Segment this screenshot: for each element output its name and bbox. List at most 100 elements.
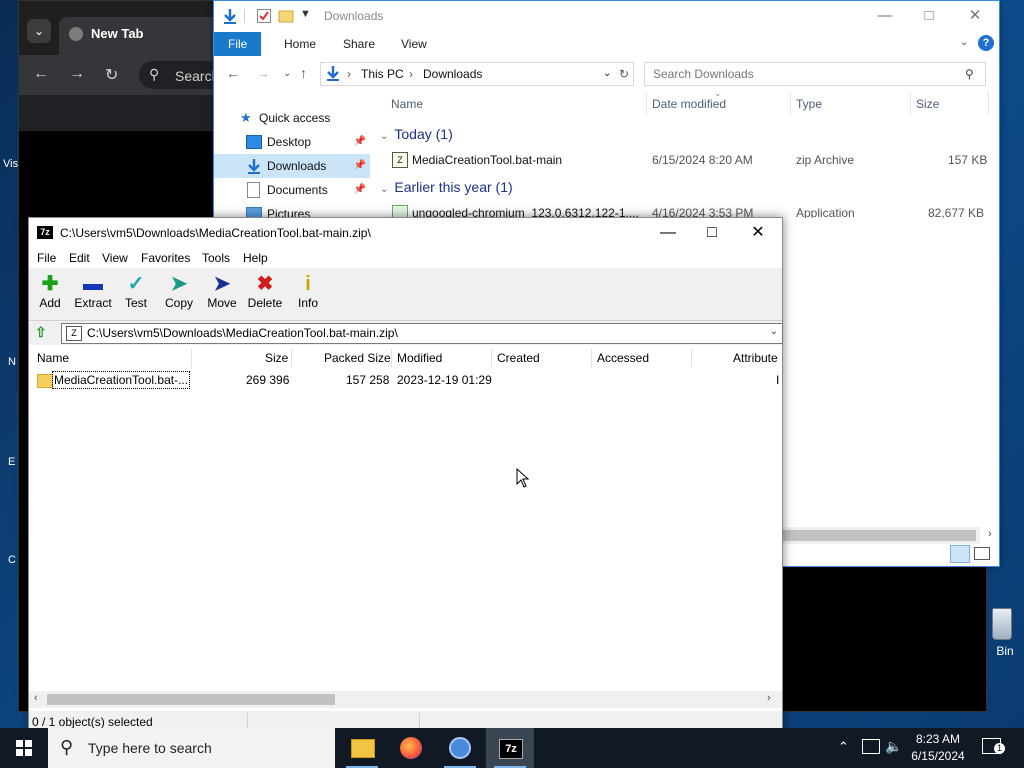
path-dropdown-icon[interactable]: ⌄ <box>770 326 778 337</box>
column-divider[interactable] <box>291 349 292 367</box>
group-header-earlier-this-year[interactable]: ⌄ Earlier this year (1) <box>380 179 513 195</box>
column-name[interactable]: Name <box>391 97 423 111</box>
tab-search-dropdown-icon[interactable]: ⌄ <box>27 19 51 43</box>
scroll-right-icon[interactable]: › <box>767 692 771 704</box>
breadcrumb-downloads[interactable]: Downloads <box>423 67 482 81</box>
show-hidden-icons-chevron-icon[interactable]: ⌃ <box>838 739 849 755</box>
menu-help[interactable]: Help <box>243 251 268 265</box>
nav-item-desktop[interactable]: Desktop 📌 <box>214 130 370 154</box>
taskbar-chromium[interactable] <box>436 728 484 768</box>
menu-edit[interactable]: Edit <box>69 251 90 265</box>
column-divider[interactable] <box>391 349 392 367</box>
explorer-search-box[interactable]: Search Downloads ⚲ <box>644 62 986 86</box>
column-packed-size[interactable]: Packed Size <box>324 351 391 365</box>
ribbon-tab-file[interactable]: File <box>214 32 262 56</box>
nav-item-quick-access[interactable]: ★ Quick access <box>214 106 370 130</box>
scrollbar-thumb[interactable] <box>47 694 335 705</box>
qat-dropdown-icon[interactable]: ▼ <box>300 8 311 20</box>
back-arrow-icon[interactable]: ← <box>33 65 49 83</box>
column-size[interactable]: Size <box>916 97 939 111</box>
address-bar[interactable]: › This PC › Downloads ⌄ ↻ <box>320 62 634 86</box>
delete-button[interactable]: ✖ Delete <box>244 272 286 318</box>
column-divider[interactable] <box>591 349 592 367</box>
menu-view[interactable]: View <box>102 251 128 265</box>
sevenzip-path-field[interactable]: Z C:\Users\vm5\Downloads\MediaCreationTo… <box>61 323 783 344</box>
properties-check-icon[interactable] <box>256 8 272 24</box>
archive-row[interactable]: MediaCreationTool.bat-... 269 396 157 25… <box>29 369 782 391</box>
column-divider[interactable] <box>646 92 647 114</box>
scroll-right-icon[interactable]: › <box>988 528 992 540</box>
close-icon[interactable]: ✕ <box>952 5 998 29</box>
column-divider[interactable] <box>988 92 989 114</box>
scrollbar-thumb[interactable] <box>780 530 976 541</box>
sevenzip-horizontal-scrollbar[interactable]: ‹ › <box>29 691 782 708</box>
desktop-icon-label-3[interactable]: E <box>8 456 15 468</box>
file-row[interactable]: ungoogled-chromium_123.0.6312.122-1.... … <box>374 202 994 218</box>
taskbar-7zip[interactable]: 7z <box>486 728 534 768</box>
desktop-icon-label-4[interactable]: C <box>8 554 16 566</box>
new-folder-icon[interactable] <box>278 8 294 24</box>
close-icon[interactable]: ✕ <box>735 221 781 245</box>
ribbon-tab-share[interactable]: Share <box>329 32 389 56</box>
minimize-icon[interactable]: — <box>862 5 908 29</box>
folder-up-icon[interactable]: ⇧ <box>35 324 51 341</box>
column-type[interactable]: Type <box>796 97 822 111</box>
refresh-icon[interactable]: ↻ <box>619 67 629 81</box>
maximize-icon[interactable]: □ <box>689 221 735 245</box>
breadcrumb-this-pc[interactable]: This PC <box>361 67 404 81</box>
large-icons-view-icon[interactable] <box>974 547 990 560</box>
column-divider[interactable] <box>910 92 911 114</box>
up-arrow-icon[interactable]: ↑ <box>300 65 307 81</box>
column-divider[interactable] <box>790 92 791 114</box>
minimize-icon[interactable]: — <box>645 221 691 245</box>
column-size[interactable]: Size <box>265 351 288 365</box>
add-button[interactable]: ✚ Add <box>29 272 71 318</box>
nav-item-downloads[interactable]: Downloads 📌 <box>214 154 370 178</box>
column-name[interactable]: Name <box>37 351 69 365</box>
details-view-icon[interactable] <box>950 545 970 563</box>
file-row[interactable]: Z MediaCreationTool.bat-main 6/15/2024 8… <box>374 149 994 171</box>
forward-arrow-icon[interactable]: → <box>69 65 85 83</box>
column-divider[interactable] <box>691 349 692 367</box>
ribbon-tab-view[interactable]: View <box>387 32 441 56</box>
expand-ribbon-icon[interactable]: ⌄ <box>960 37 968 48</box>
group-header-today[interactable]: ⌄ Today (1) <box>380 126 453 142</box>
taskbar-search-box[interactable]: ⚲ Type here to search <box>48 728 335 768</box>
reload-icon[interactable]: ↻ <box>105 65 118 85</box>
notification-center-icon[interactable]: 1 <box>982 738 1005 756</box>
scroll-left-icon[interactable]: ‹ <box>34 692 38 704</box>
ribbon-tab-home[interactable]: Home <box>270 32 330 56</box>
network-icon[interactable] <box>862 739 880 754</box>
forward-arrow-icon[interactable]: → <box>256 65 270 81</box>
move-button[interactable]: ➤ Move <box>201 272 243 318</box>
explorer-horizontal-scrollbar[interactable]: › <box>780 527 992 544</box>
taskbar-file-explorer[interactable] <box>338 728 386 768</box>
column-attributes[interactable]: Attribute <box>733 351 778 365</box>
maximize-icon[interactable]: □ <box>906 5 952 29</box>
column-created[interactable]: Created <box>497 351 540 365</box>
test-button[interactable]: ✓ Test <box>115 272 157 318</box>
column-modified[interactable]: Modified <box>397 351 442 365</box>
taskbar-firefox[interactable] <box>387 728 435 768</box>
menu-tools[interactable]: Tools <box>202 251 230 265</box>
system-clock[interactable]: 8:23 AM 6/15/2024 <box>900 731 976 765</box>
extract-button[interactable]: ▬ Extract <box>72 272 114 318</box>
column-date-modified[interactable]: Date modified <box>652 97 726 111</box>
info-button[interactable]: i Info <box>287 272 329 318</box>
address-dropdown-icon[interactable]: ⌄ <box>603 68 611 79</box>
column-divider[interactable] <box>191 349 192 367</box>
desktop-icon-label-1[interactable]: Vis <box>3 158 18 170</box>
chrome-tab-new-tab[interactable]: New Tab <box>59 17 219 55</box>
desktop-icon-label-2[interactable]: N <box>8 356 16 368</box>
help-icon[interactable]: ? <box>978 35 994 51</box>
menu-file[interactable]: File <box>37 251 56 265</box>
column-accessed[interactable]: Accessed <box>597 351 649 365</box>
recycle-bin[interactable]: Bin <box>986 608 1024 658</box>
nav-item-documents[interactable]: Documents 📌 <box>214 178 370 202</box>
copy-button[interactable]: ➤ Copy <box>158 272 200 318</box>
column-divider[interactable] <box>491 349 492 367</box>
back-arrow-icon[interactable]: ← <box>226 65 240 81</box>
start-button[interactable] <box>0 728 48 768</box>
recent-locations-icon[interactable]: ⌄ <box>283 68 291 79</box>
menu-favorites[interactable]: Favorites <box>141 251 190 265</box>
